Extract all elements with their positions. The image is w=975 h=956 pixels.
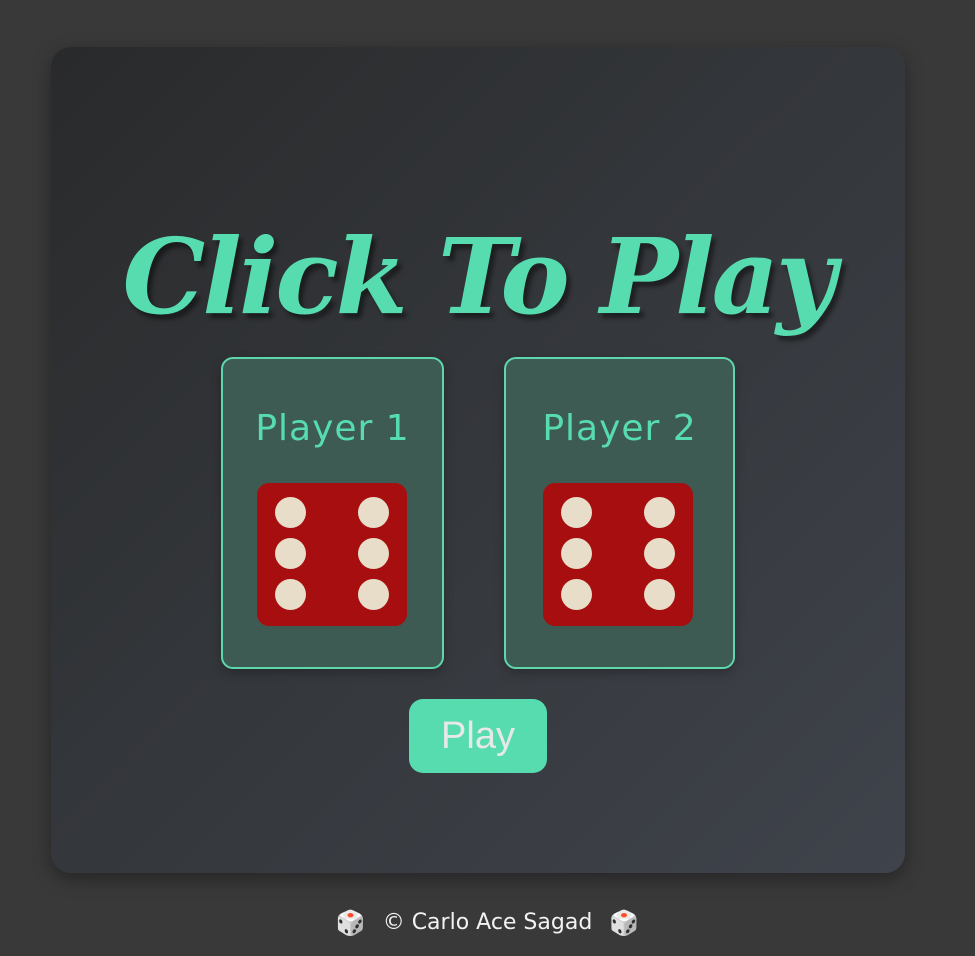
player-2-label: Player 2 (542, 408, 697, 449)
player-1-die (257, 483, 407, 626)
die-pip (561, 538, 592, 569)
game-card: Click To Play Player 1 Player 2 Play (51, 47, 905, 873)
die-pip (275, 579, 306, 610)
die-pip (561, 579, 592, 610)
game-die-icon: 🎲 (335, 909, 366, 937)
die-pip (644, 579, 675, 610)
die-pip (561, 497, 592, 528)
die-pip (358, 579, 389, 610)
play-button[interactable]: Play (409, 699, 547, 773)
game-die-icon: 🎲 (609, 909, 640, 937)
player-1-label: Player 1 (255, 408, 410, 449)
die-pip (275, 538, 306, 569)
die-pip (644, 497, 675, 528)
page-title: Click To Play (122, 215, 837, 338)
player-1-panel: Player 1 (221, 357, 444, 669)
footer: 🎲 © Carlo Ace Sagad 🎲 (0, 906, 975, 940)
die-pip (644, 538, 675, 569)
die-pip (275, 497, 306, 528)
die-pip (358, 538, 389, 569)
player-2-die (543, 483, 693, 626)
footer-copyright: © Carlo Ace Sagad (382, 910, 593, 935)
die-pip (358, 497, 389, 528)
player-2-panel: Player 2 (504, 357, 735, 669)
